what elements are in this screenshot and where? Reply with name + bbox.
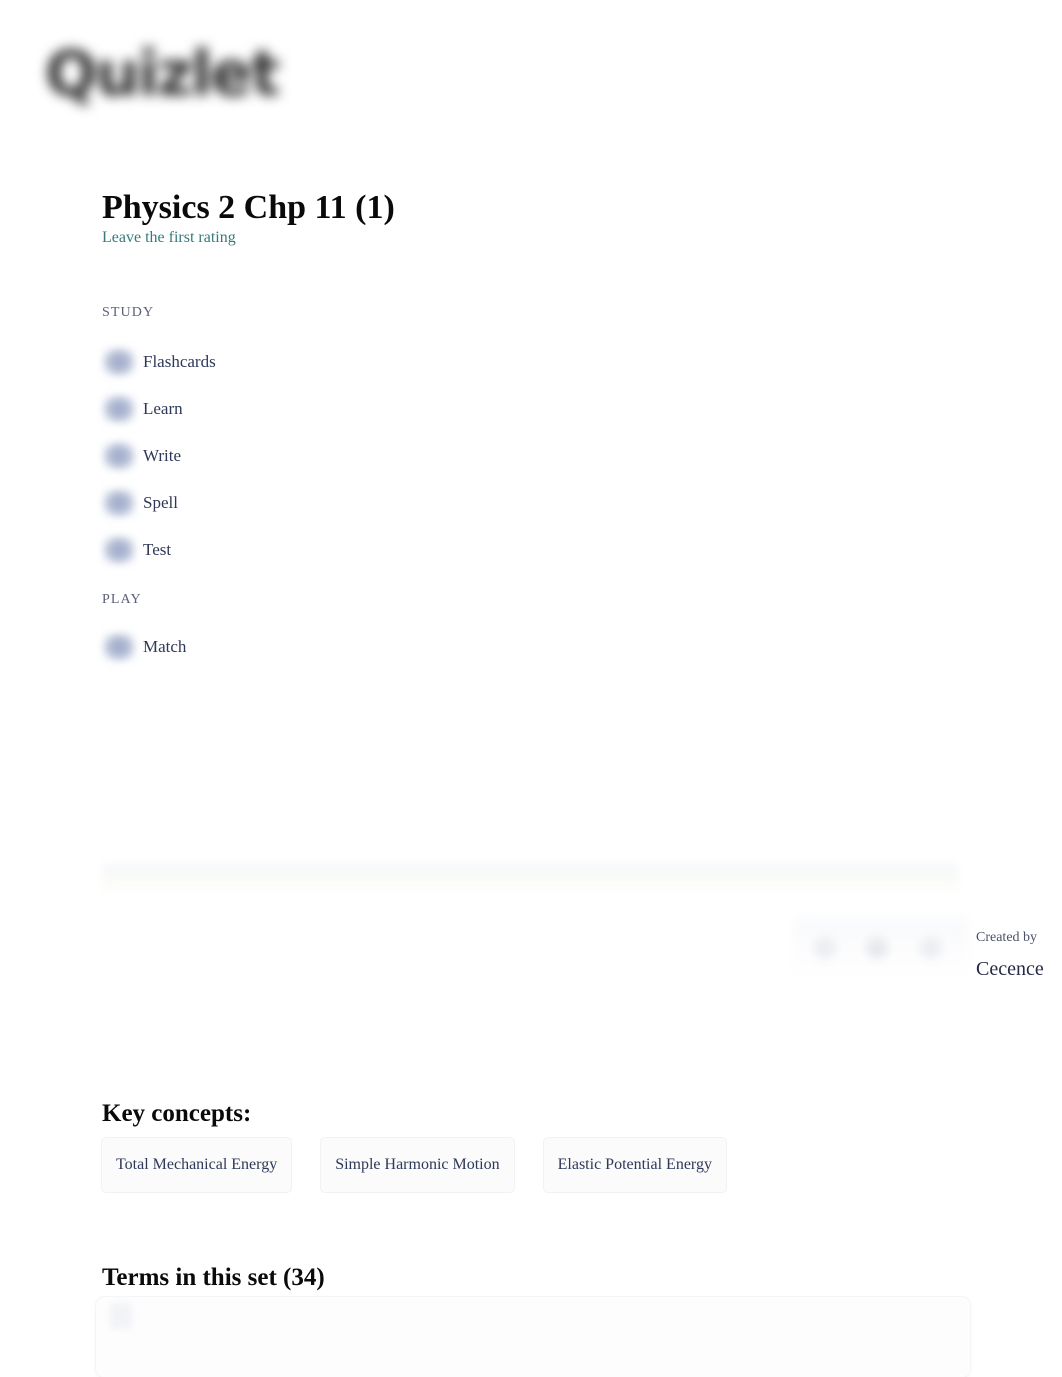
flashcards-icon — [102, 346, 136, 377]
term-card-accent — [110, 1303, 132, 1329]
creator-username[interactable]: Cecence — [976, 958, 1044, 980]
mode-label: Write — [143, 446, 182, 465]
write-icon — [102, 440, 136, 471]
sidebar-item-write[interactable]: Write — [102, 432, 422, 479]
quizlet-logo[interactable]: Quizlet — [45, 34, 305, 114]
play-mode-list: Match — [102, 623, 422, 670]
mode-label: Spell — [143, 493, 178, 512]
star-icon[interactable] — [864, 934, 890, 960]
key-concepts-heading: Key concepts: — [102, 1099, 252, 1127]
key-concepts-list: Total Mechanical Energy Simple Harmonic … — [102, 1138, 756, 1192]
play-section-label: PLAY — [102, 592, 142, 607]
creator-meta: Created by Cecence — [976, 930, 1044, 980]
set-action-icons[interactable] — [794, 912, 969, 982]
mode-label: Learn — [143, 399, 183, 418]
test-icon — [102, 534, 136, 565]
sidebar-item-test[interactable]: Test — [102, 526, 422, 573]
leave-rating-link[interactable]: Leave the first rating — [102, 229, 236, 247]
spell-icon — [102, 487, 136, 518]
sidebar-item-match[interactable]: Match — [102, 623, 422, 670]
created-by-label: Created by — [976, 930, 1038, 945]
creator-block: Created by Cecence — [794, 912, 1062, 982]
page-title: Physics 2 Chp 11 (1) — [102, 188, 395, 226]
sidebar-item-learn[interactable]: Learn — [102, 385, 422, 432]
more-options-icon[interactable] — [918, 934, 944, 960]
match-icon — [102, 631, 136, 662]
key-concept-chip[interactable]: Elastic Potential Energy — [543, 1138, 726, 1192]
blurred-banner — [102, 864, 958, 894]
key-concept-chip[interactable]: Total Mechanical Energy — [102, 1138, 292, 1192]
sidebar-item-flashcards[interactable]: Flashcards — [102, 338, 422, 385]
mode-label: Flashcards — [143, 352, 216, 371]
quizlet-logo-wordmark: Quizlet — [45, 37, 280, 110]
terms-in-set-heading: Terms in this set (34) — [102, 1263, 325, 1291]
mode-label: Test — [143, 540, 172, 559]
study-mode-list: Flashcards Learn Write Spell Test — [102, 338, 422, 573]
mode-label: Match — [143, 637, 187, 656]
sidebar-item-spell[interactable]: Spell — [102, 479, 422, 526]
key-concept-chip[interactable]: Simple Harmonic Motion — [321, 1138, 514, 1192]
study-section-label: STUDY — [102, 305, 155, 320]
term-card[interactable] — [96, 1297, 970, 1377]
share-icon[interactable] — [812, 934, 838, 960]
learn-icon — [102, 393, 136, 424]
